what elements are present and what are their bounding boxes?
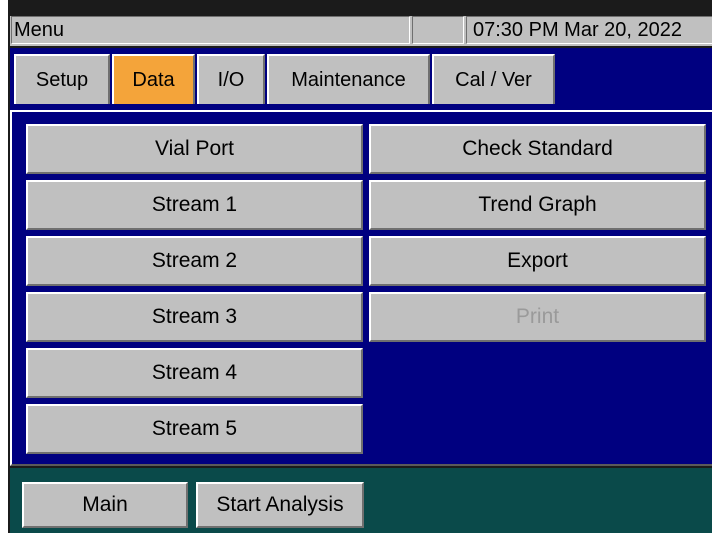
tab-data[interactable]: Data xyxy=(112,54,195,104)
tab-maintenance[interactable]: Maintenance xyxy=(267,54,430,104)
stream-5-button[interactable]: Stream 5 xyxy=(26,404,363,454)
stream-2-button[interactable]: Stream 2 xyxy=(26,236,363,286)
data-panel: Vial Port Stream 1 Stream 2 Stream 3 Str… xyxy=(10,110,712,466)
stream-1-button[interactable]: Stream 1 xyxy=(26,180,363,230)
title-bar: Menu 07:30 PM Mar 20, 2022 xyxy=(10,16,712,46)
trend-graph-button[interactable]: Trend Graph xyxy=(369,180,706,230)
menu-label[interactable]: Menu xyxy=(11,16,410,44)
start-analysis-button[interactable]: Start Analysis xyxy=(196,482,364,528)
date-time-display: 07:30 PM Mar 20, 2022 xyxy=(466,16,712,44)
export-button[interactable]: Export xyxy=(369,236,706,286)
tab-strip: Setup Data I/O Maintenance Cal / Ver xyxy=(10,48,712,110)
status-cell xyxy=(412,16,464,44)
vial-port-button[interactable]: Vial Port xyxy=(26,124,363,174)
stream-4-button[interactable]: Stream 4 xyxy=(26,348,363,398)
stream-3-button[interactable]: Stream 3 xyxy=(26,292,363,342)
print-button: Print xyxy=(369,292,706,342)
bottom-bar: Main Start Analysis xyxy=(10,468,712,533)
main-button[interactable]: Main xyxy=(22,482,188,528)
tab-cal-ver[interactable]: Cal / Ver xyxy=(432,54,555,104)
tab-io[interactable]: I/O xyxy=(197,54,265,104)
tab-setup[interactable]: Setup xyxy=(14,54,110,104)
check-standard-button[interactable]: Check Standard xyxy=(369,124,706,174)
